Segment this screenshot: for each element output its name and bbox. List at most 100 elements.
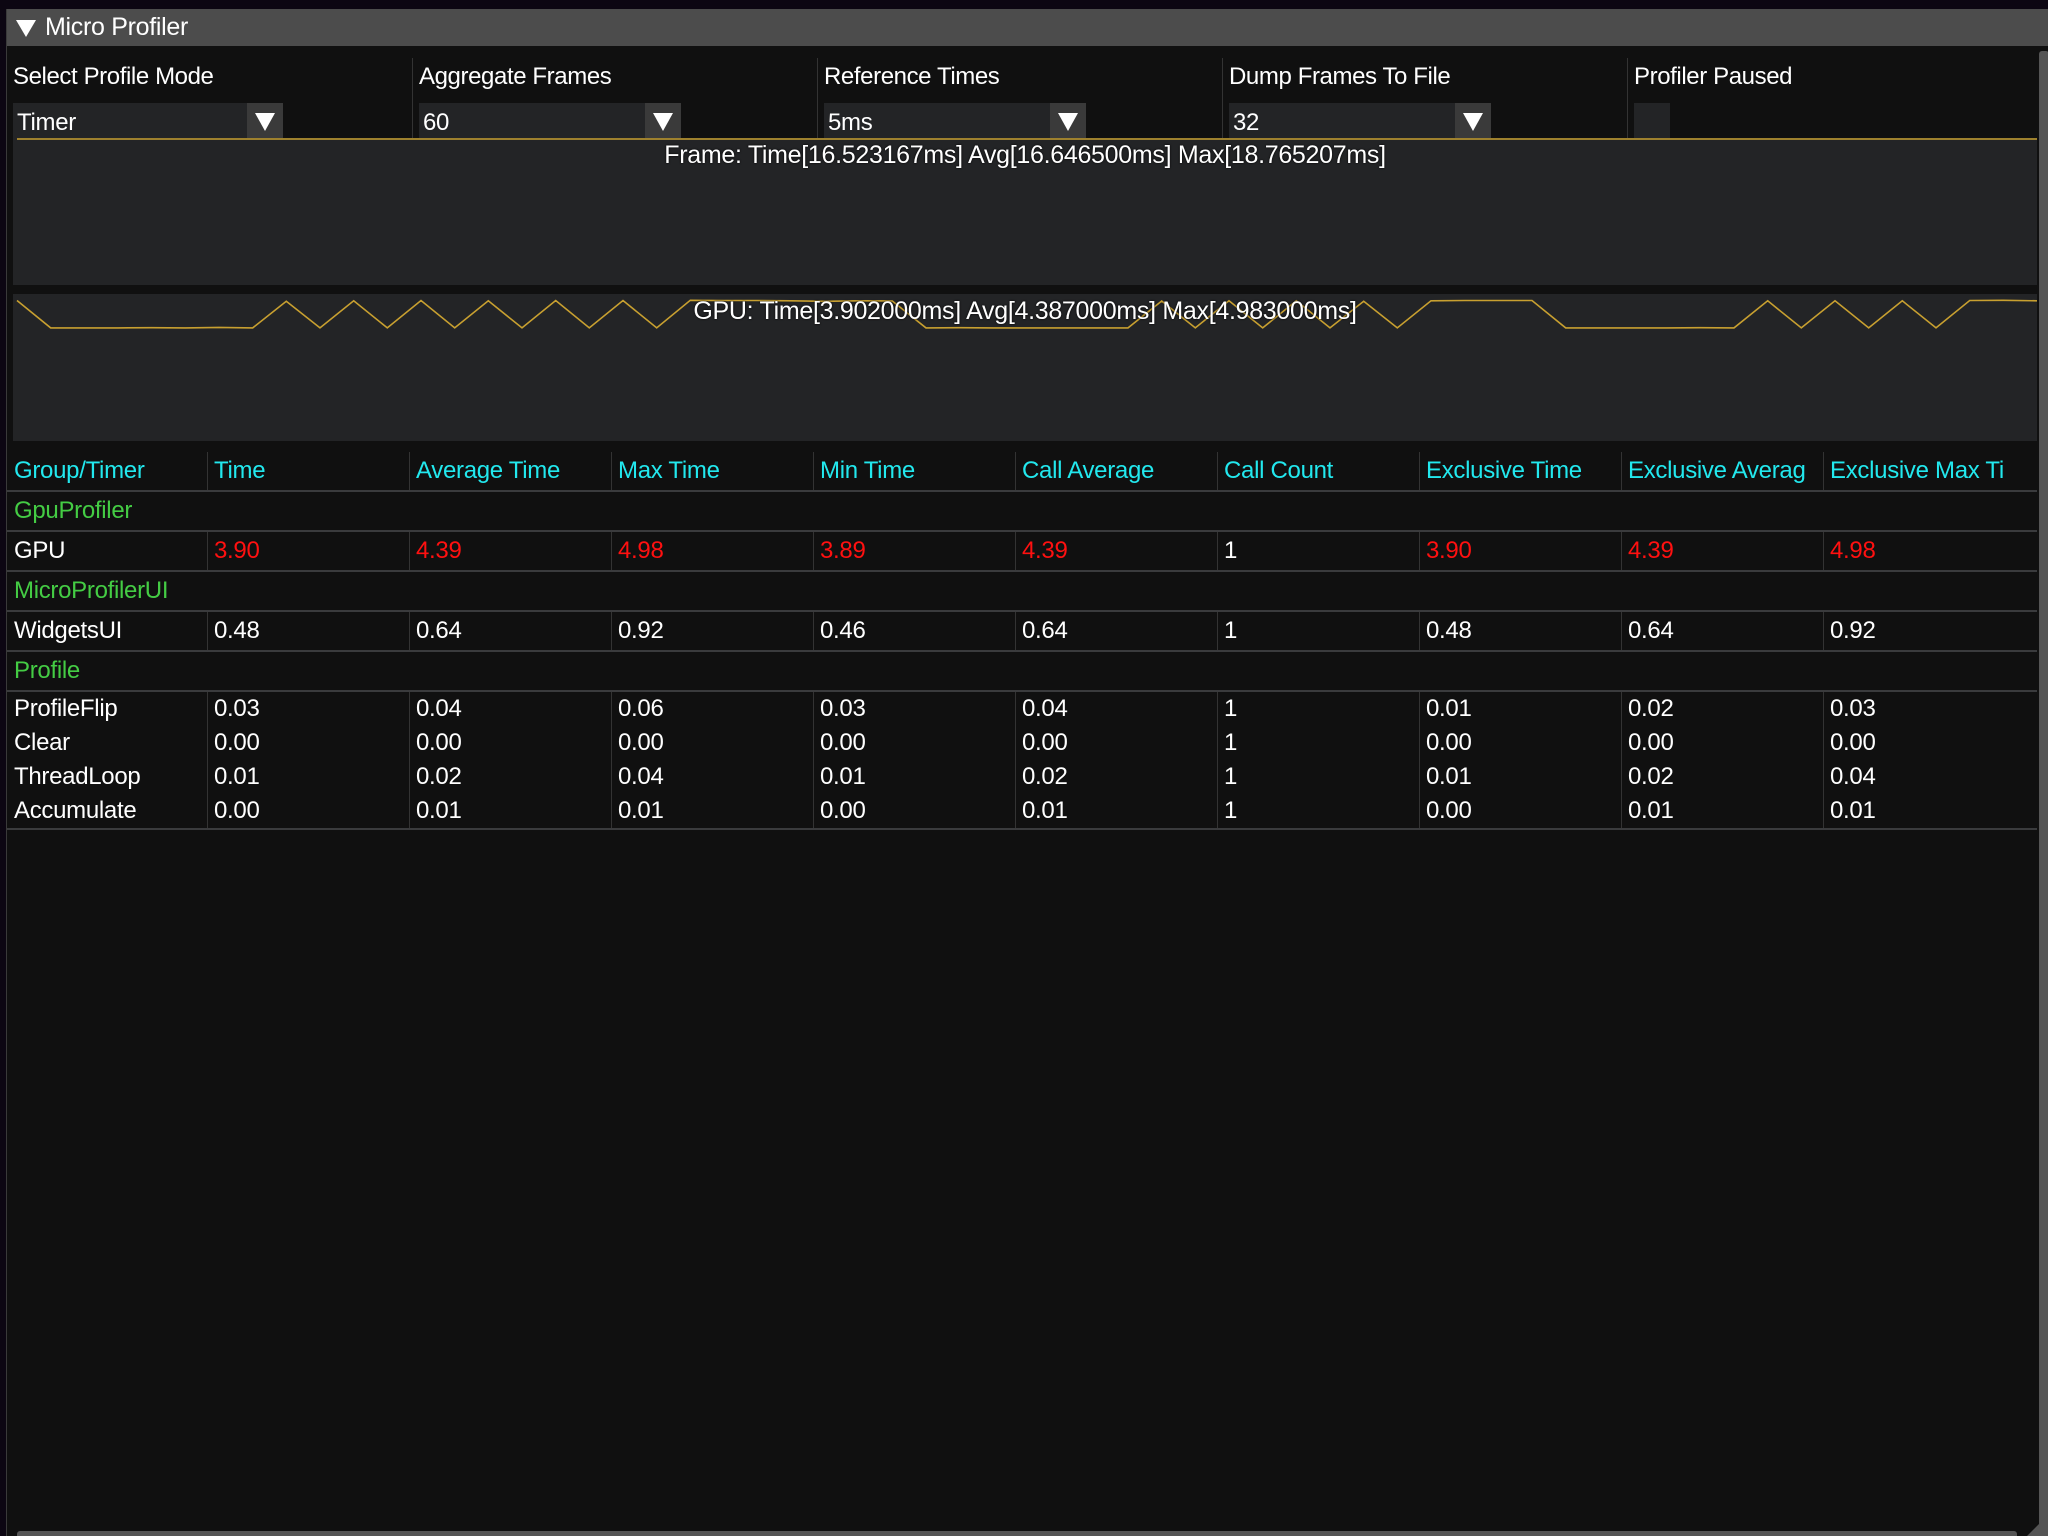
- profiler-paused-control: Profiler Paused: [1627, 58, 2038, 141]
- micro-profiler-window: Micro Profiler Select Profile Mode Timer…: [6, 9, 2048, 1536]
- aggregate-frames-combo[interactable]: 60: [419, 103, 681, 141]
- cell-exclusive-average: 0.64: [1621, 612, 1823, 650]
- column-header-group-timer[interactable]: Group/Timer: [7, 452, 207, 490]
- table-row[interactable]: WidgetsUI 0.48 0.64 0.92 0.46 0.64 1 0.48 0.64 0.…: [7, 612, 2037, 652]
- cell-time: 0.01: [207, 760, 409, 794]
- column-header-call-average[interactable]: Call Average: [1015, 452, 1217, 490]
- profile-mode-combo[interactable]: Timer: [13, 103, 283, 141]
- frame-graph-title: Frame: Time[16.523167ms] Avg[16.646500ms…: [664, 141, 1386, 169]
- profile-mode-label: Select Profile Mode: [13, 63, 214, 90]
- column-header-max-time[interactable]: Max Time: [611, 452, 813, 490]
- cell-min-time: 0.01: [813, 760, 1015, 794]
- group-row[interactable]: Profile: [7, 652, 2037, 692]
- table-row[interactable]: ThreadLoop 0.01 0.02 0.04 0.01 0.02 1 0.01 0.02 0…: [7, 760, 2037, 794]
- cell-exclusive-max-time: 4.98: [1823, 532, 2023, 570]
- column-header-call-count[interactable]: Call Count: [1217, 452, 1419, 490]
- cell-min-time: 3.89: [813, 532, 1015, 570]
- window-title-bar[interactable]: Micro Profiler: [7, 9, 2048, 46]
- cell-exclusive-max-time: 0.01: [1823, 794, 2023, 828]
- cell-call-count: 1: [1217, 760, 1419, 794]
- cell-min-time: 0.46: [813, 612, 1015, 650]
- cell-exclusive-time: 0.01: [1419, 692, 1621, 726]
- aggregate-frames-label: Aggregate Frames: [419, 63, 612, 90]
- cell-exclusive-max-time: 0.04: [1823, 760, 2023, 794]
- cell-call-count: 1: [1217, 794, 1419, 828]
- cell-exclusive-average: 0.00: [1621, 726, 1823, 760]
- cell-call-count: 1: [1217, 612, 1419, 650]
- cell-average-time: 0.00: [409, 726, 611, 760]
- reference-times-control: Reference Times 5ms: [817, 58, 1223, 141]
- cell-average-time: 0.64: [409, 612, 611, 650]
- cell-max-time: 0.04: [611, 760, 813, 794]
- cell-min-time: 0.03: [813, 692, 1015, 726]
- column-header-average-time[interactable]: Average Time: [409, 452, 611, 490]
- table-header-row: Group/Timer Time Average Time Max Time M…: [7, 452, 2037, 492]
- horizontal-scrollbar[interactable]: [17, 1531, 2017, 1536]
- timer-name: Clear: [14, 729, 70, 756]
- collapse-triangle-icon[interactable]: [15, 17, 37, 39]
- vertical-scrollbar[interactable]: [2039, 51, 2048, 1531]
- timer-name: Accumulate: [14, 797, 137, 824]
- dump-frames-label: Dump Frames To File: [1229, 63, 1451, 90]
- cell-exclusive-time: 3.90: [1419, 532, 1621, 570]
- group-name: MicroProfilerUI: [14, 577, 169, 604]
- cell-exclusive-time: 0.00: [1419, 794, 1621, 828]
- cell-average-time: 0.02: [409, 760, 611, 794]
- column-header-min-time[interactable]: Min Time: [813, 452, 1015, 490]
- cell-exclusive-average: 0.02: [1621, 692, 1823, 726]
- cell-call-count: 1: [1217, 532, 1419, 570]
- cell-average-time: 0.04: [409, 692, 611, 726]
- reference-times-combo[interactable]: 5ms: [824, 103, 1086, 141]
- group-name: GpuProfiler: [14, 497, 133, 524]
- cell-max-time: 0.92: [611, 612, 813, 650]
- reference-times-value: 5ms: [828, 109, 873, 136]
- table-row[interactable]: GPU 3.90 4.39 4.98 3.89 4.39 1 3.90 4.39 4.98: [7, 532, 2037, 572]
- group-row[interactable]: MicroProfilerUI: [7, 572, 2037, 612]
- resize-grip-icon[interactable]: [2027, 1514, 2048, 1536]
- cell-time: 3.90: [207, 532, 409, 570]
- cell-exclusive-average: 0.01: [1621, 794, 1823, 828]
- dropdown-arrow-icon[interactable]: [645, 103, 681, 141]
- cell-time: 0.00: [207, 794, 409, 828]
- cell-max-time: 0.01: [611, 794, 813, 828]
- cell-time: 0.48: [207, 612, 409, 650]
- column-header-exclusive-max-time[interactable]: Exclusive Max Ti: [1823, 452, 2023, 490]
- cell-call-average: 0.01: [1015, 794, 1217, 828]
- table-body: GpuProfiler GPU 3.90 4.39 4.98 3.89 4.39 1 3.90 4…: [7, 492, 2037, 830]
- timer-name: ProfileFlip: [14, 695, 118, 722]
- table-row[interactable]: Accumulate 0.00 0.01 0.01 0.00 0.01 1 0.00 0.01 0…: [7, 794, 2037, 830]
- group-row[interactable]: GpuProfiler: [7, 492, 2037, 532]
- cell-call-count: 1: [1217, 692, 1419, 726]
- timers-table: Group/Timer Time Average Time Max Time M…: [7, 452, 2037, 830]
- dropdown-arrow-icon[interactable]: [247, 103, 283, 141]
- cell-exclusive-time: 0.01: [1419, 760, 1621, 794]
- timer-name: WidgetsUI: [14, 617, 122, 644]
- column-header-exclusive-time[interactable]: Exclusive Time: [1419, 452, 1621, 490]
- dropdown-arrow-icon[interactable]: [1050, 103, 1086, 141]
- controls-bar: Select Profile Mode Timer Aggregate Fram…: [7, 46, 2038, 179]
- cell-max-time: 4.98: [611, 532, 813, 570]
- dump-frames-combo[interactable]: 32: [1229, 103, 1491, 141]
- window-title: Micro Profiler: [45, 13, 189, 41]
- profile-mode-control: Select Profile Mode Timer: [7, 58, 412, 141]
- cell-exclusive-max-time: 0.92: [1823, 612, 2023, 650]
- aggregate-frames-value: 60: [423, 109, 450, 136]
- cell-min-time: 0.00: [813, 794, 1015, 828]
- cell-exclusive-time: 0.48: [1419, 612, 1621, 650]
- reference-times-label: Reference Times: [824, 63, 1000, 90]
- column-header-exclusive-average[interactable]: Exclusive Averag: [1621, 452, 1823, 490]
- cell-time: 0.00: [207, 726, 409, 760]
- cell-min-time: 0.00: [813, 726, 1015, 760]
- gpu-graph-title: GPU: Time[3.902000ms] Avg[4.387000ms] Ma…: [693, 297, 1357, 325]
- column-header-time[interactable]: Time: [207, 452, 409, 490]
- cell-call-average: 0.64: [1015, 612, 1217, 650]
- dropdown-arrow-icon[interactable]: [1455, 103, 1491, 141]
- gpu-time-graph: GPU: Time[3.902000ms] Avg[4.387000ms] Ma…: [13, 294, 2037, 441]
- cell-exclusive-max-time: 0.00: [1823, 726, 2023, 760]
- table-row[interactable]: Clear 0.00 0.00 0.00 0.00 0.00 1 0.00 0.00 0.00: [7, 726, 2037, 760]
- table-row[interactable]: ProfileFlip 0.03 0.04 0.06 0.03 0.04 1 0.01 0.02…: [7, 692, 2037, 726]
- profiler-paused-checkbox[interactable]: [1634, 103, 1670, 141]
- cell-max-time: 0.00: [611, 726, 813, 760]
- profiler-paused-label: Profiler Paused: [1634, 63, 1793, 90]
- timer-name: ThreadLoop: [14, 763, 141, 790]
